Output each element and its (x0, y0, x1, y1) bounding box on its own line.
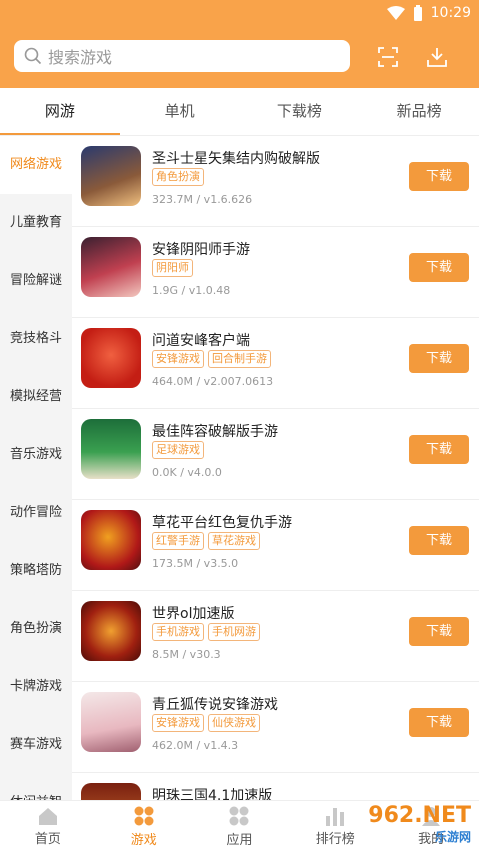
game-tag: 手机网游 (208, 623, 260, 641)
game-tag: 安锋游戏 (152, 714, 204, 732)
list-item[interactable]: 世界ol加速版 手机游戏 手机网游 8.5M / v30.3 下载 (72, 591, 479, 682)
game-tag: 红警手游 (152, 532, 204, 550)
category-tabs: 网游 单机 下载榜 新品榜 (0, 88, 479, 136)
game-title: 最佳阵容破解版手游 (152, 424, 278, 440)
nav-apps[interactable]: 应用 (192, 801, 288, 852)
search-input[interactable]: 搜索游戏 (14, 40, 350, 72)
game-title: 圣斗士星矢集结内购破解版 (152, 151, 320, 167)
status-time: 10:29 (430, 5, 471, 21)
watermark-main: 962.NET (368, 803, 471, 828)
game-title: 青丘狐传说安锋游戏 (152, 697, 278, 713)
game-tag: 足球游戏 (152, 441, 204, 459)
sidebar-item-fighting[interactable]: 竞技格斗 (0, 310, 72, 368)
game-meta: 8.5M / v30.3 (152, 648, 221, 661)
wifi-icon (386, 6, 405, 20)
nav-home[interactable]: 首页 (0, 801, 96, 852)
sidebar-item-online-games[interactable]: 网络游戏 (0, 136, 72, 194)
game-tag: 草花游戏 (208, 532, 260, 550)
game-icon (81, 783, 141, 800)
game-tag: 仙侠游戏 (208, 714, 260, 732)
sidebar-item-kids[interactable]: 儿童教育 (0, 194, 72, 252)
sidebar-item-rpg[interactable]: 角色扮演 (0, 600, 72, 658)
apps-grid-icon (229, 806, 249, 826)
download-manager-button[interactable] (424, 44, 450, 70)
game-icon (81, 692, 141, 752)
search-placeholder: 搜索游戏 (48, 48, 113, 67)
game-tag: 角色扮演 (152, 168, 204, 186)
sidebar-item-card[interactable]: 卡牌游戏 (0, 658, 72, 716)
game-tag: 回合制手游 (208, 350, 271, 368)
game-meta: 1.9G / v1.0.48 (152, 284, 231, 297)
download-button[interactable]: 下载 (409, 253, 469, 282)
game-tag: 手机游戏 (152, 623, 204, 641)
battery-icon (413, 5, 422, 21)
sidebar-item-adventure-puzzle[interactable]: 冒险解谜 (0, 252, 72, 310)
list-item[interactable]: 明珠三国4.1加速版 (72, 773, 479, 800)
game-icon (81, 419, 141, 479)
game-icon (81, 237, 141, 297)
nav-home-label: 首页 (34, 832, 61, 847)
game-icon (81, 510, 141, 570)
sidebar-item-music[interactable]: 音乐游戏 (0, 426, 72, 484)
site-watermark: 962.NET 乐游网 (368, 803, 471, 845)
download-button[interactable]: 下载 (409, 344, 469, 373)
tab-single[interactable]: 单机 (120, 88, 240, 135)
download-icon (427, 48, 447, 67)
list-item[interactable]: 问道安峰客户端 安锋游戏 回合制手游 464.0M / v2.007.0613 … (72, 318, 479, 409)
game-meta: 173.5M / v3.5.0 (152, 557, 239, 570)
game-tag: 阴阳师 (152, 259, 193, 277)
game-meta: 323.7M / v1.6.626 (152, 193, 253, 206)
game-title: 安锋阴阳师手游 (152, 242, 250, 258)
list-item[interactable]: 青丘狐传说安锋游戏 安锋游戏 仙侠游戏 462.0M / v1.4.3 下载 (72, 682, 479, 773)
game-tag: 安锋游戏 (152, 350, 204, 368)
game-title: 问道安峰客户端 (152, 333, 250, 349)
game-title: 明珠三国4.1加速版 (152, 788, 273, 800)
tab-new-rank[interactable]: 新品榜 (359, 88, 479, 135)
sidebar-item-action[interactable]: 动作冒险 (0, 484, 72, 542)
game-meta: 0.0K / v4.0.0 (152, 466, 222, 479)
download-button[interactable]: 下载 (409, 617, 469, 646)
home-icon (38, 808, 57, 825)
game-title: 草花平台红色复仇手游 (152, 515, 292, 531)
game-meta: 462.0M / v1.4.3 (152, 739, 239, 752)
nav-apps-label: 应用 (226, 833, 253, 848)
nav-rank-label: 排行榜 (315, 832, 355, 847)
list-item[interactable]: 圣斗士星矢集结内购破解版 角色扮演 323.7M / v1.6.626 下载 (72, 136, 479, 227)
nav-games-label: 游戏 (130, 833, 157, 848)
games-grid-icon (134, 806, 154, 826)
game-title: 世界ol加速版 (152, 606, 235, 622)
nav-games[interactable]: 游戏 (96, 801, 192, 852)
sidebar-item-strategy[interactable]: 策略塔防 (0, 542, 72, 600)
tab-online[interactable]: 网游 (0, 88, 120, 135)
list-item[interactable]: 最佳阵容破解版手游 足球游戏 0.0K / v4.0.0 下载 (72, 409, 479, 500)
download-button[interactable]: 下载 (409, 526, 469, 555)
scan-button[interactable] (375, 44, 401, 70)
game-meta: 464.0M / v2.007.0613 (152, 375, 274, 388)
sidebar-item-simulation[interactable]: 模拟经营 (0, 368, 72, 426)
game-icon (81, 328, 141, 388)
watermark-sub: 乐游网 (434, 830, 471, 844)
search-icon (24, 47, 42, 65)
list-item[interactable]: 草花平台红色复仇手游 红警手游 草花游戏 173.5M / v3.5.0 下载 (72, 500, 479, 591)
sidebar: 网络游戏 儿童教育 冒险解谜 竞技格斗 模拟经营 音乐游戏 动作冒险 策略塔防 … (0, 136, 72, 800)
rank-bars-icon (326, 808, 345, 826)
status-bar: 10:29 (386, 3, 471, 23)
game-list: 圣斗士星矢集结内购破解版 角色扮演 323.7M / v1.6.626 下载 安… (72, 136, 479, 800)
game-icon (81, 146, 141, 206)
download-button[interactable]: 下载 (409, 162, 469, 191)
sidebar-item-racing[interactable]: 赛车游戏 (0, 716, 72, 774)
download-button[interactable]: 下载 (409, 435, 469, 464)
scan-icon (378, 47, 398, 67)
sidebar-item-casual[interactable]: 休闲益智 (0, 774, 72, 800)
app-header: 10:29 搜索游戏 (0, 0, 479, 88)
tab-download-rank[interactable]: 下载榜 (240, 88, 360, 135)
list-item[interactable]: 安锋阴阳师手游 阴阳师 1.9G / v1.0.48 下载 (72, 227, 479, 318)
game-icon (81, 601, 141, 661)
download-button[interactable]: 下载 (409, 708, 469, 737)
